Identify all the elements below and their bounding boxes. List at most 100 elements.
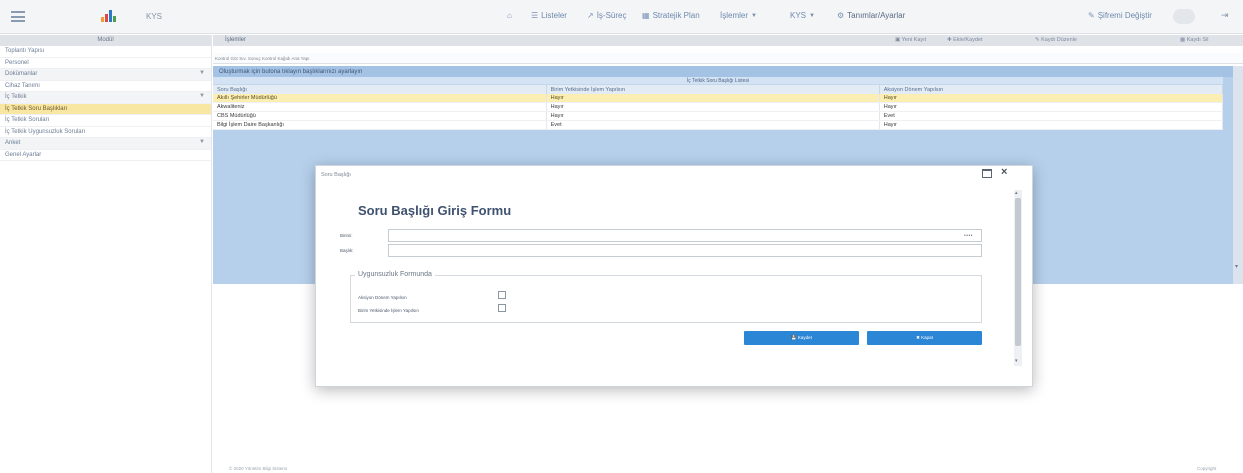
- sidebar-item[interactable]: İç Tetkik ▼: [0, 92, 211, 104]
- page-title: İşlemler: [225, 37, 247, 43]
- table-cell: Hayır: [879, 94, 1224, 103]
- grid-header: Oluşturmak için butona tıklayın başlıkla…: [213, 66, 1243, 77]
- chevron-down-icon: ▼: [199, 139, 205, 145]
- form-title: Soru Başlığı Giriş Formu: [358, 203, 512, 218]
- sidebar-item[interactable]: Toplantı Yapısı: [0, 46, 211, 58]
- table-row[interactable]: Bilgi İşlem Daire Başkanlığı Evet Hayır: [213, 120, 1224, 130]
- pencil-icon: ✎: [1088, 11, 1095, 20]
- table-cell: Hayır: [879, 102, 1224, 112]
- fieldset-legend: Uygunsuzluk Formunda: [355, 271, 435, 278]
- add-button[interactable]: ✚ Ekle/Kaydet: [947, 37, 983, 43]
- grid-scrollbar[interactable]: [1233, 66, 1243, 284]
- sidebar-item[interactable]: İç Tetkik Soru Başlıkları: [0, 103, 211, 115]
- delete-button[interactable]: ▦ Kaydı Sil: [1180, 37, 1208, 43]
- cancel-icon: ✖: [916, 335, 920, 340]
- baslik-field[interactable]: [388, 244, 982, 257]
- table-row[interactable]: CBS Müdürlüğü Hayır Evet: [213, 111, 1224, 121]
- sidebar-item-label: İç Tetkik: [5, 94, 27, 100]
- sidebar-item[interactable]: Personel: [0, 58, 211, 69]
- table-cell: Evet: [546, 120, 880, 130]
- brand-label: KYS: [146, 12, 163, 21]
- scroll-up-icon[interactable]: ▴: [1015, 190, 1018, 196]
- maximize-icon[interactable]: [982, 169, 992, 178]
- save-button[interactable]: 💾 Kaydet: [744, 331, 859, 345]
- sidebar-item[interactable]: Anket ▼: [0, 138, 211, 150]
- sidebar-item-label: İç Tetkik Soruları: [5, 117, 50, 123]
- sidebar-item-label: İç Tetkik Uygunsuzluk Soruları: [5, 128, 86, 135]
- save-icon: 💾: [791, 335, 797, 340]
- sidebar-item[interactable]: Genel Ayarlar: [0, 150, 211, 161]
- nav-sifre-degistir[interactable]: ✎ Şifremi Değiştir: [1088, 11, 1152, 20]
- sidebar-item-label: Toplantı Yapısı: [5, 48, 45, 54]
- main-header: İşlemler ▣ Yeni Kayıt ✚ Ekle/Kaydet ✎ Ka…: [213, 35, 1243, 46]
- list-icon: ☰: [531, 11, 539, 20]
- modal-scrollbar[interactable]: ▴ ▾: [1014, 190, 1022, 366]
- edit-button[interactable]: ✎ Kaydı Düzenle: [1035, 37, 1077, 43]
- tab-strip: Kontrol Gör Sıv. Sonuç Kontrol Kağıdı An…: [213, 53, 1243, 64]
- gear-icon: ⚙: [837, 11, 845, 20]
- birim-yetki-checkbox[interactable]: [498, 304, 506, 312]
- sidebar-item[interactable]: Dokümanlar ▼: [0, 69, 211, 81]
- home-icon[interactable]: ⌂: [507, 11, 512, 20]
- data-table: Soru Başlığı Birim Yetkisinde İşlem Yapıl…: [213, 85, 1224, 130]
- chevron-down-icon: ▼: [751, 12, 757, 19]
- baslik-label: Başlık:: [340, 248, 354, 253]
- table-row[interactable]: Akwaliteniz Hayır Hayır: [213, 102, 1224, 112]
- plan-icon: ▦: [642, 11, 650, 20]
- birim-field[interactable]: [388, 229, 982, 242]
- modal-window-title: Soru Başlığı: [321, 172, 351, 178]
- check1-label: Aksiyon Dönem Yapılsın: [358, 295, 407, 300]
- soru-basligi-modal: Soru Başlığı × Soru Başlığı Giriş Formu …: [315, 165, 1033, 387]
- grid-subheader: İç Tetkik Soru Başlığı Listesi: [213, 77, 1223, 85]
- sidebar-item-label: İç Tetkik Soru Başlıkları: [5, 105, 68, 112]
- column-header[interactable]: Aksiyon Dönem Yapılsın: [879, 85, 1224, 94]
- scroll-down-icon[interactable]: ▾: [1015, 358, 1018, 364]
- birim-lookup-button[interactable]: ••••: [964, 233, 973, 239]
- avatar[interactable]: [1173, 9, 1195, 24]
- sidebar-item-label: Anket: [5, 140, 21, 146]
- nav-is-surec[interactable]: ↗ İş-Süreç: [587, 11, 627, 20]
- sidebar-item-label: Cihaz Tanımı: [5, 82, 40, 89]
- breadcrumb: Kontrol Gör Sıv. Sonuç Kontrol Kağıdı An…: [215, 56, 310, 61]
- table-cell: Akwaliteniz: [213, 102, 547, 112]
- close-icon[interactable]: ×: [1001, 166, 1007, 178]
- modal-scroll-thumb[interactable]: [1015, 198, 1021, 346]
- column-header[interactable]: Birim Yetkisinde İşlem Yapılsın: [546, 85, 880, 94]
- chevron-down-icon: ▼: [199, 93, 205, 99]
- nav-islemler[interactable]: İşlemler ▼: [720, 11, 757, 20]
- flow-icon: ↗: [587, 11, 594, 20]
- table-cell: Hayır: [879, 120, 1224, 130]
- sidebar-item-label: Dokümanlar: [5, 71, 38, 77]
- scroll-down-icon[interactable]: ▾: [1235, 263, 1238, 270]
- nav-stratejik-plan[interactable]: ▦ Stratejik Plan: [642, 11, 700, 20]
- sidebar-list: Toplantı Yapısı Personel Dokümanlar ▼ Cihaz …: [0, 46, 211, 161]
- table-cell: CBS Müdürlüğü: [213, 111, 547, 121]
- footer-copyright: © 2020 Yönetim Bilgi Sistemi: [229, 466, 288, 471]
- table-cell: Evet: [879, 111, 1224, 121]
- table-cell: Hayır: [546, 94, 880, 103]
- birim-label: Birimi:: [340, 233, 353, 238]
- logo-icon: [101, 8, 117, 22]
- signout-icon[interactable]: ⇥: [1221, 10, 1229, 21]
- sidebar-item[interactable]: İç Tetkik Soruları: [0, 115, 211, 127]
- top-navbar: KYS ⌂ ☰ Listeler ↗ İş-Süreç ▦ Stratejik Pla…: [0, 0, 1243, 34]
- hamburger-menu-icon[interactable]: [11, 11, 25, 22]
- check2-label: Birim Yetkisinde İşlem Yapılsın: [358, 308, 419, 313]
- sidebar-item[interactable]: İç Tetkik Uygunsuzluk Soruları: [0, 127, 211, 138]
- column-header[interactable]: Soru Başlığı: [213, 85, 547, 94]
- table-cell: Hayır: [546, 102, 880, 112]
- nav-kys[interactable]: KYS ▼: [790, 11, 815, 20]
- uygunsuzluk-fieldset: [350, 275, 982, 323]
- sidebar-item[interactable]: Cihaz Tanımı: [0, 81, 211, 92]
- cancel-button[interactable]: ✖ Kapat: [867, 331, 982, 345]
- aksiyon-checkbox[interactable]: [498, 291, 506, 299]
- chevron-down-icon: ▼: [199, 70, 205, 76]
- nav-tanimlar[interactable]: ⚙ Tanımlar/Ayarlar: [837, 11, 905, 20]
- chevron-down-icon: ▼: [809, 12, 815, 19]
- table-cell: Akıllı Şehirler Müdürlüğü: [213, 94, 547, 103]
- new-record-button[interactable]: ▣ Yeni Kayıt: [895, 37, 926, 43]
- sidebar-item-label: Personel: [5, 59, 29, 66]
- table-row[interactable]: Akıllı Şehirler Müdürlüğü Hayır Hayır: [213, 94, 1224, 103]
- sidebar-header: Modül: [0, 35, 211, 46]
- nav-listeler[interactable]: ☰ Listeler: [531, 11, 567, 20]
